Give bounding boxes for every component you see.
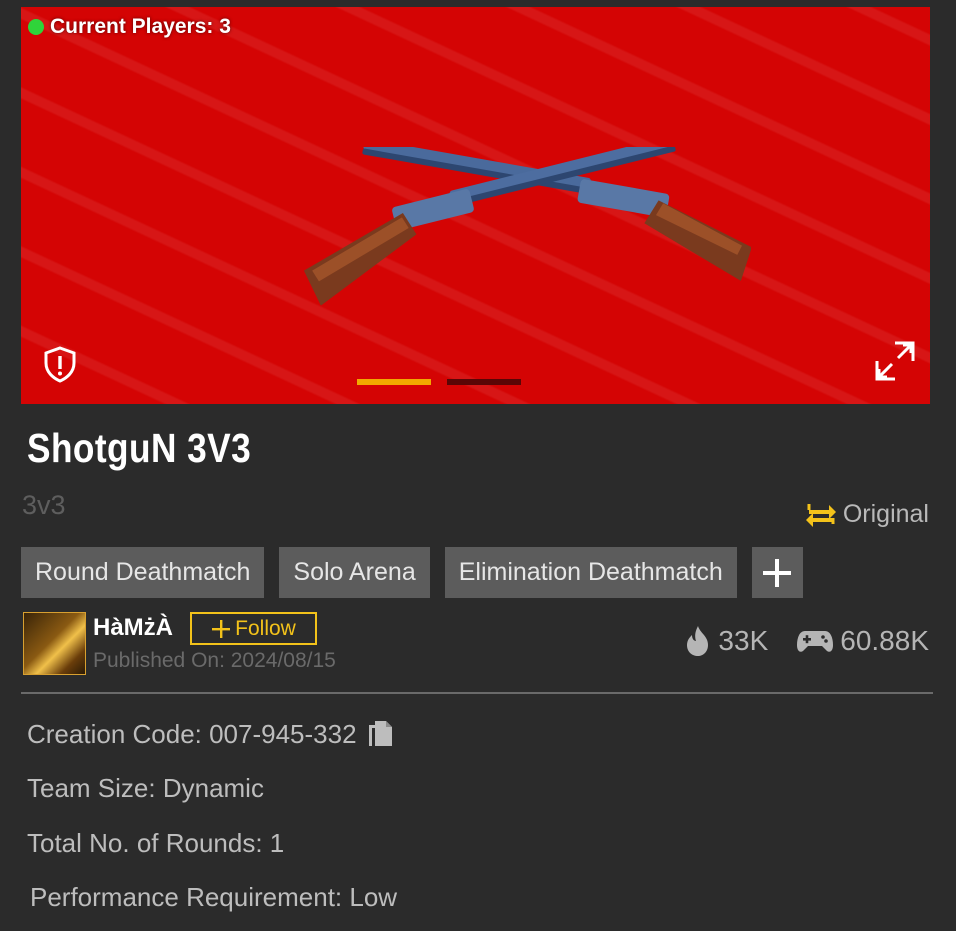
mode-tags: Round Deathmatch Solo Arena Elimination … bbox=[21, 547, 803, 598]
map-preview-banner[interactable]: Current Players: 3 bbox=[21, 7, 930, 404]
tag-elimination-deathmatch[interactable]: Elimination Deathmatch bbox=[444, 547, 737, 598]
plus-icon bbox=[763, 558, 792, 587]
carousel-indicator bbox=[357, 379, 521, 385]
performance-row: Performance Requirement: Low bbox=[30, 882, 397, 913]
plays-stat: 60.88K bbox=[796, 625, 929, 657]
avatar[interactable] bbox=[23, 612, 86, 675]
likes-count: 33K bbox=[718, 625, 769, 656]
follow-button[interactable]: Follow bbox=[190, 612, 317, 645]
total-rounds: Total No. of Rounds: 1 bbox=[27, 828, 285, 858]
map-title: ShotguN 3V3 bbox=[27, 425, 252, 471]
gamepad-icon bbox=[797, 631, 834, 652]
current-players-label: Current Players: 3 bbox=[50, 15, 231, 38]
divider bbox=[21, 692, 933, 694]
team-size: Team Size: Dynamic bbox=[27, 773, 264, 803]
current-players: Current Players: 3 bbox=[28, 15, 231, 39]
copy-icon[interactable] bbox=[367, 720, 393, 750]
likes-stat: 33K bbox=[684, 625, 768, 657]
team-size-row: Team Size: Dynamic bbox=[27, 773, 264, 804]
more-tags-button[interactable] bbox=[751, 547, 803, 598]
rounds-row: Total No. of Rounds: 1 bbox=[27, 828, 284, 859]
creation-code: Creation Code: 007-945-332 bbox=[27, 719, 357, 749]
follow-plus-icon bbox=[212, 619, 231, 638]
carousel-dot-1[interactable] bbox=[357, 379, 431, 385]
follow-label: Follow bbox=[235, 616, 296, 640]
author-name[interactable]: HàMżÀ bbox=[93, 614, 173, 642]
plays-count: 60.88K bbox=[840, 625, 929, 656]
online-dot-icon bbox=[28, 19, 44, 35]
map-stats: 33K 60.88K bbox=[684, 625, 929, 657]
original-label: Original bbox=[842, 499, 929, 528]
report-icon[interactable] bbox=[41, 345, 79, 383]
map-subtitle: 3v3 bbox=[22, 490, 66, 520]
fire-icon bbox=[687, 626, 709, 656]
original-swap-icon bbox=[805, 504, 836, 527]
expand-icon[interactable] bbox=[873, 339, 917, 383]
tag-round-deathmatch[interactable]: Round Deathmatch bbox=[21, 547, 265, 598]
crossed-shotguns-image bbox=[303, 147, 751, 306]
creation-code-row: Creation Code: 007-945-332 bbox=[27, 719, 393, 750]
performance-requirement: Performance Requirement: Low bbox=[30, 882, 398, 912]
tag-solo-arena[interactable]: Solo Arena bbox=[279, 547, 430, 598]
carousel-dot-2[interactable] bbox=[447, 379, 521, 385]
published-date: Published On: 2024/08/15 bbox=[93, 649, 336, 672]
original-badge: Original bbox=[803, 496, 929, 532]
